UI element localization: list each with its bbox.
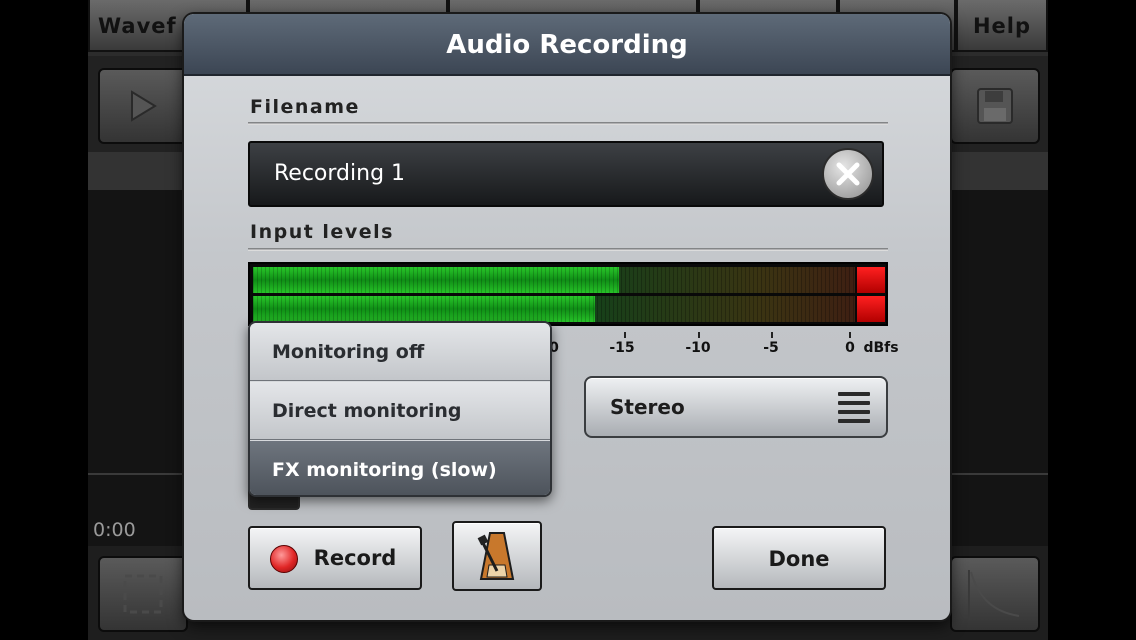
metronome-button[interactable] xyxy=(452,521,542,591)
play-icon xyxy=(131,90,157,122)
scale-label: -5 xyxy=(763,340,779,356)
filename-value: Recording 1 xyxy=(274,161,406,186)
input-level-meter xyxy=(248,262,888,326)
menu-item-monitoring-off[interactable]: Monitoring off xyxy=(250,323,550,381)
scale-tick xyxy=(771,332,773,338)
input-levels-rule xyxy=(248,248,888,251)
filename-label: Filename xyxy=(250,96,360,118)
filename-rule xyxy=(248,122,888,125)
menu-item-fx-monitoring[interactable]: FX monitoring (slow) xyxy=(250,441,550,495)
meter-left-fill xyxy=(253,267,619,293)
metronome-icon xyxy=(477,532,515,580)
clear-filename-button[interactable] xyxy=(822,148,874,200)
audio-recording-dialog: Audio Recording Filename Recording 1 Inp… xyxy=(184,14,950,620)
record-button[interactable]: Record xyxy=(248,526,422,590)
close-icon xyxy=(836,162,860,186)
channel-select-value: Stereo xyxy=(610,395,685,419)
save-button[interactable] xyxy=(950,68,1040,144)
fade-button[interactable] xyxy=(950,556,1040,632)
tab-help[interactable]: Help xyxy=(956,0,1048,52)
filename-field[interactable]: Recording 1 xyxy=(248,141,884,207)
time-readout: 0:00 xyxy=(93,519,136,541)
scale-label: -15 xyxy=(609,340,635,356)
meter-left-peak xyxy=(857,267,885,293)
done-button[interactable]: Done xyxy=(712,526,886,590)
dialog-title: Audio Recording xyxy=(446,30,688,60)
scale-label: -10 xyxy=(685,340,711,356)
meter-left-channel xyxy=(253,267,885,293)
record-label: Record xyxy=(313,546,397,570)
scale-tick xyxy=(849,332,851,338)
fade-curve-icon xyxy=(968,570,1021,619)
input-levels-label: Input levels xyxy=(250,221,394,243)
scale-tick xyxy=(698,332,700,338)
meter-right-peak xyxy=(857,296,885,322)
select-button[interactable] xyxy=(98,556,188,632)
monitoring-menu: Monitoring off Direct monitoring FX moni… xyxy=(248,321,552,497)
menu-icon xyxy=(838,392,870,428)
floppy-disk-icon xyxy=(977,88,1013,124)
meter-right-fill xyxy=(253,296,595,322)
scale-unit-label: dBfs xyxy=(863,340,899,356)
done-label: Done xyxy=(768,547,830,571)
menu-item-direct-monitoring[interactable]: Direct monitoring xyxy=(250,382,550,440)
dialog-titlebar: Audio Recording xyxy=(184,14,950,76)
play-button[interactable] xyxy=(98,68,188,144)
channel-select[interactable]: Stereo xyxy=(584,376,888,438)
scale-tick xyxy=(624,332,626,338)
selection-icon xyxy=(123,574,163,614)
meter-right-channel xyxy=(253,296,885,322)
